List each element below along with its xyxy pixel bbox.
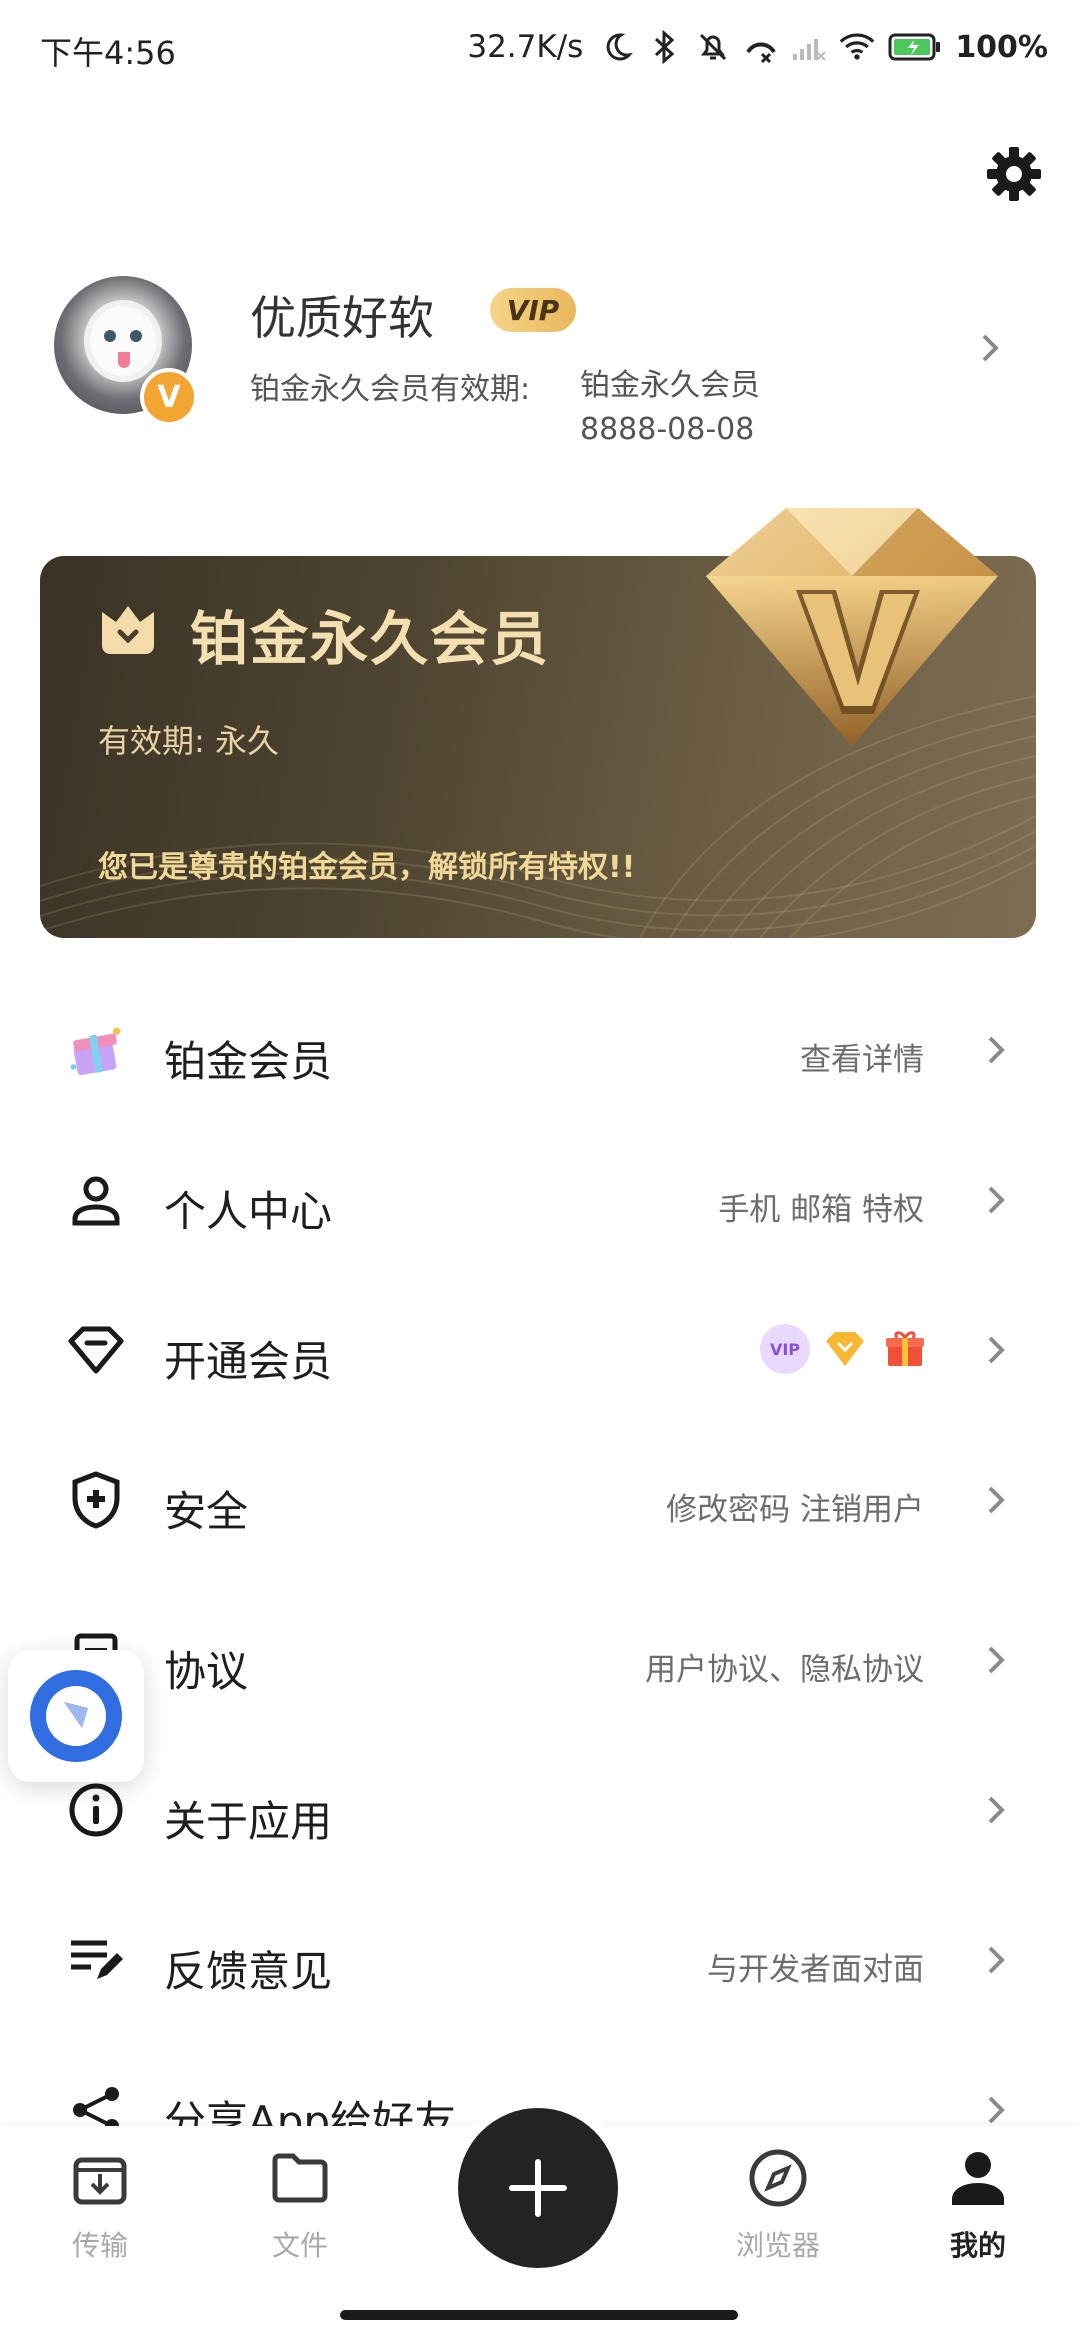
nav-label: 传输 [71,2229,128,2262]
card-title: 铂金永久会员 [190,605,551,673]
avatar[interactable]: V [54,276,198,426]
chevron-right-icon [988,1036,1005,1064]
status-icons: 32.7K/s 100% [467,24,1080,70]
menu-hint: 手机 邮箱 特权 [718,1192,924,1228]
card-validity: 有效期: 永久 [98,722,279,760]
folder-icon [268,2146,332,2210]
battery-icon [887,29,943,65]
menu-label: 反馈意见 [164,1947,333,1996]
bell-muted-icon [695,29,731,65]
menu-item-feedback[interactable]: 反馈意见 与开发者面对面 [0,1900,1080,2020]
menu-item-platinum[interactable]: 铂金会员 查看详情 [0,990,1080,1110]
chevron-right-icon [988,1336,1005,1364]
menu-label: 安全 [164,1487,249,1536]
gold-diamond-v-icon [706,508,998,746]
profile-header[interactable]: V 优质好软 VIP 铂金永久会员有效期: 铂金永久会员 8888-08-08 [54,272,1014,452]
gift-box-icon [66,1020,126,1080]
menu-hint: 与开发者面对面 [707,1952,924,1988]
menu-item-security[interactable]: 安全 修改密码 注销用户 [0,1440,1080,1560]
menu-item-agreement[interactable]: 协议 用户协议、隐私协议 [0,1600,1080,1720]
cat-tongue [118,352,130,368]
bluetooth-icon [647,29,683,65]
chevron-right-icon [988,1646,1005,1674]
status-time: 下午4:56 [40,34,176,72]
plus-icon [509,2159,567,2217]
menu-item-open-membership[interactable]: 开通会员 VIP [0,1290,1080,1410]
profile-name: 优质好软 [250,291,434,345]
network-speed: 32.7K/s [467,29,584,65]
nav-browser[interactable]: 浏览器 [718,2146,838,2286]
signal-icon [791,29,827,65]
transfer-icon [68,2146,132,2210]
menu-item-about[interactable]: 关于应用 [0,1750,1080,1870]
gift-badge-icon [880,1324,930,1374]
menu-hint: 查看详情 [800,1042,924,1078]
verified-v-badge: V [140,368,198,426]
validity-label: 铂金永久会员有效期: [250,372,531,407]
card-description: 您已是尊贵的铂金会员，解锁所有特权!! [98,850,636,885]
menu-label: 开通会员 [164,1337,333,1386]
compass-icon [746,2146,810,2210]
status-bar: 下午4:56 32.7K/s 100% [0,0,1080,100]
moon-icon [599,29,635,65]
validity-value: 铂金永久会员 8888-08-08 [580,368,760,447]
gold-diamond-badge-icon [820,1324,870,1374]
menu-label: 铂金会员 [164,1037,333,1086]
feedback-edit-icon [66,1930,126,1990]
vip-badge-icon: VIP [760,1324,810,1374]
menu-hint: 用户协议、隐私协议 [645,1652,924,1688]
chevron-right-icon [988,2096,1005,2124]
cat-eye-left [104,330,116,342]
call-missed-icon [743,29,779,65]
compass-icon [30,1670,122,1762]
diamond-icon [66,1320,126,1380]
menu-hint: 修改密码 注销用户 [666,1492,924,1528]
profile-icon [946,2146,1010,2210]
crown-shield-icon [102,606,154,654]
chevron-right-icon [982,334,999,362]
chevron-right-icon [988,1796,1005,1824]
nav-transfer[interactable]: 传输 [40,2146,160,2286]
menu-label: 关于应用 [164,1797,333,1846]
vip-tag: VIP [490,288,576,332]
nav-label: 我的 [949,2229,1006,2262]
chevron-right-icon [988,1946,1005,1974]
chevron-right-icon [988,1186,1005,1214]
nav-files[interactable]: 文件 [240,2146,360,2286]
nav-label: 浏览器 [735,2229,820,2262]
shield-plus-icon [66,1470,126,1530]
wifi-icon [839,29,875,65]
nav-mine[interactable]: 我的 [918,2146,1038,2286]
menu-label: 个人中心 [164,1187,333,1236]
person-icon [66,1170,126,1230]
menu-item-personal-center[interactable]: 个人中心 手机 邮箱 特权 [0,1140,1080,1260]
cat-eye-right [130,330,142,342]
battery-percent: 100% [955,29,1048,65]
cat-face [90,306,156,376]
nav-label: 文件 [271,2229,328,2262]
info-icon [66,1780,126,1840]
membership-badges: VIP [760,1324,930,1374]
home-indicator [340,2310,738,2320]
add-fab-button[interactable] [458,2108,618,2268]
chevron-right-icon [988,1486,1005,1514]
gear-icon [987,147,1041,201]
menu-label: 协议 [164,1647,249,1696]
floating-browser-button[interactable] [8,1650,144,1782]
settings-button[interactable] [980,140,1048,208]
